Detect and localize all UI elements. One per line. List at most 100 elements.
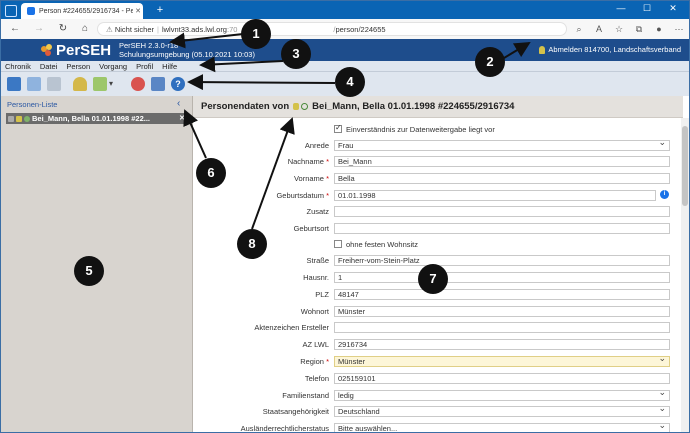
user-icon <box>539 45 546 54</box>
person-icon <box>16 115 22 122</box>
page-title-name: Bei_Mann, Bella 01.01.1998 #224655/29167… <box>312 100 515 112</box>
url-port: :70 <box>226 25 238 34</box>
menu-vorgang[interactable]: Vorgang <box>99 62 127 71</box>
nachname-label: Nachname * <box>288 156 329 167</box>
save-icon[interactable] <box>7 77 21 91</box>
minimize-icon[interactable]: — <box>611 3 631 13</box>
hausnr-field[interactable]: 1 <box>334 272 670 283</box>
menu-profil[interactable]: Profil <box>136 62 153 71</box>
collapse-panel-icon[interactable]: ‹ <box>177 98 180 109</box>
close-window-icon[interactable]: ✕ <box>663 3 683 14</box>
callout-2: 2 <box>475 47 505 77</box>
menu-hilfe[interactable]: Hilfe <box>162 62 177 71</box>
maximize-icon[interactable]: ☐ <box>637 3 657 14</box>
home-icon[interactable]: ⌂ <box>79 23 91 35</box>
aktenzeichen-label: Aktenzeichen Ersteller <box>254 323 329 332</box>
profile-icon[interactable]: ● <box>653 23 665 35</box>
telefon-row: Telefon 025159101 <box>193 373 673 384</box>
consent-checkbox[interactable] <box>334 123 342 133</box>
az-lwl-field[interactable]: 2916734 <box>334 339 670 350</box>
menu-datei[interactable]: Datei <box>40 62 58 71</box>
info-icon[interactable]: i <box>660 190 669 199</box>
geburtsort-field[interactable] <box>334 223 670 234</box>
wohnort-field[interactable]: Münster <box>334 306 670 317</box>
familienstand-label: Familienstand <box>282 391 329 400</box>
vorname-field[interactable]: Bella <box>334 173 670 184</box>
list-item[interactable]: Bei_Mann, Bella 01.01.1998 #22... ✕ <box>6 113 186 124</box>
auslaenderrecht-label: Ausländerrechtlicherstatus <box>240 424 329 433</box>
reload-icon[interactable]: ↻ <box>57 23 69 35</box>
no-address-checkbox[interactable] <box>334 240 342 248</box>
favorites-icon[interactable]: ☆ <box>613 23 625 35</box>
more-icon[interactable]: ⋯ <box>673 23 685 35</box>
add-icon[interactable] <box>93 77 107 91</box>
perseh-logo: PerSEH <box>41 41 111 59</box>
menu-person[interactable]: Person <box>66 62 90 71</box>
anrede-label: Anrede <box>304 141 329 150</box>
version-label: PerSEH 2.3.0-r18 <box>119 41 179 50</box>
person-icon[interactable] <box>73 77 87 91</box>
collections-icon[interactable]: ⧉ <box>633 23 645 35</box>
zusatz-row: Zusatz <box>193 206 673 217</box>
back-icon[interactable]: ← <box>9 23 21 35</box>
anrede-row: Anrede Frau <box>193 140 673 151</box>
zoom-icon[interactable]: ⌕ <box>573 23 585 35</box>
geburtsort-row: Geburtsort <box>193 223 673 234</box>
environment-label: Schulungsumgebung (05.10.2021 10:03) <box>119 50 255 59</box>
expand-icon[interactable] <box>8 115 14 122</box>
az-lwl-row: AZ LWL 2916734 <box>193 339 673 350</box>
close-icon[interactable]: ✕ <box>178 113 186 124</box>
forward-icon[interactable]: → <box>33 23 45 35</box>
region-label: Region * <box>300 356 329 367</box>
dropdown-icon[interactable]: ▾ <box>109 77 117 91</box>
favicon-icon <box>27 7 35 15</box>
zusatz-field[interactable] <box>334 206 670 217</box>
logout-link[interactable]: Abmelden 814700, Landschaftsverband <box>539 45 681 54</box>
scrollbar[interactable] <box>681 118 689 432</box>
document-icon[interactable] <box>151 77 165 91</box>
auslaenderrecht-row: Ausländerrechtlicherstatus Bitte auswähl… <box>193 423 673 433</box>
plz-field[interactable]: 48147 <box>334 289 670 300</box>
geburtsdatum-label: Geburtsdatum * <box>276 190 329 201</box>
version-info: PerSEH 2.3.0-r18 Schulungsumgebung (05.1… <box>119 41 255 59</box>
strasse-field[interactable]: Freiherr-vom-Stein-Platz <box>334 255 670 266</box>
network-icon[interactable] <box>131 77 145 91</box>
browser-tabbar: Person #224655/2916734 - PerS ✕ + — ☐ ✕ <box>1 1 689 19</box>
region-label-text: Region <box>300 357 324 366</box>
undo-icon[interactable] <box>27 77 41 91</box>
callout-4: 4 <box>335 67 365 97</box>
url-host: lwlvnt33.ads.lwl.org <box>161 25 227 34</box>
vorname-row: Vorname * Bella <box>193 173 673 184</box>
print-icon[interactable] <box>47 77 61 91</box>
required-marker: * <box>326 157 329 166</box>
read-aloud-icon[interactable]: A <box>593 23 605 35</box>
aktenzeichen-field[interactable] <box>334 322 670 333</box>
menu-chronik[interactable]: Chronik <box>5 62 31 71</box>
no-address-label: ohne festen Wohnsitz <box>346 240 418 249</box>
close-tab-icon[interactable]: ✕ <box>133 7 143 15</box>
telefon-field[interactable]: 025159101 <box>334 373 670 384</box>
required-marker: * <box>326 174 329 183</box>
help-icon[interactable]: ? <box>171 77 185 91</box>
window-icon[interactable] <box>5 5 17 17</box>
region-select[interactable]: Münster <box>334 356 670 367</box>
browser-tab[interactable]: Person #224655/2916734 - PerS ✕ <box>21 3 143 19</box>
address-bar[interactable]: ⚠ Nicht sicher | lwlvnt33.ads.lwl.org:70/p… <box>97 22 567 36</box>
nachname-field[interactable]: Bei_Mann <box>334 156 670 167</box>
person-icon <box>293 103 300 110</box>
geburtsdatum-field[interactable]: 01.01.1998 <box>334 190 656 201</box>
familienstand-row: Familienstand ledig <box>193 390 673 401</box>
familienstand-select[interactable]: ledig <box>334 390 670 401</box>
staatsangehoerigkeit-select[interactable]: Deutschland <box>334 406 670 417</box>
required-marker: * <box>326 357 329 366</box>
callout-8: 8 <box>237 229 267 259</box>
anrede-select[interactable]: Frau <box>334 140 670 151</box>
auslaenderrecht-select[interactable]: Bitte auswählen... <box>334 423 670 432</box>
scrollbar-thumb[interactable] <box>682 126 688 206</box>
vorname-label: Vorname * <box>294 173 329 184</box>
hausnr-label: Hausnr. <box>303 273 329 282</box>
logo-icon <box>41 44 53 56</box>
screenshot-frame: Person #224655/2916734 - PerS ✕ + — ☐ ✕ … <box>0 0 690 433</box>
wohnort-label: Wohnort <box>300 307 329 316</box>
new-tab-icon[interactable]: + <box>153 3 167 17</box>
